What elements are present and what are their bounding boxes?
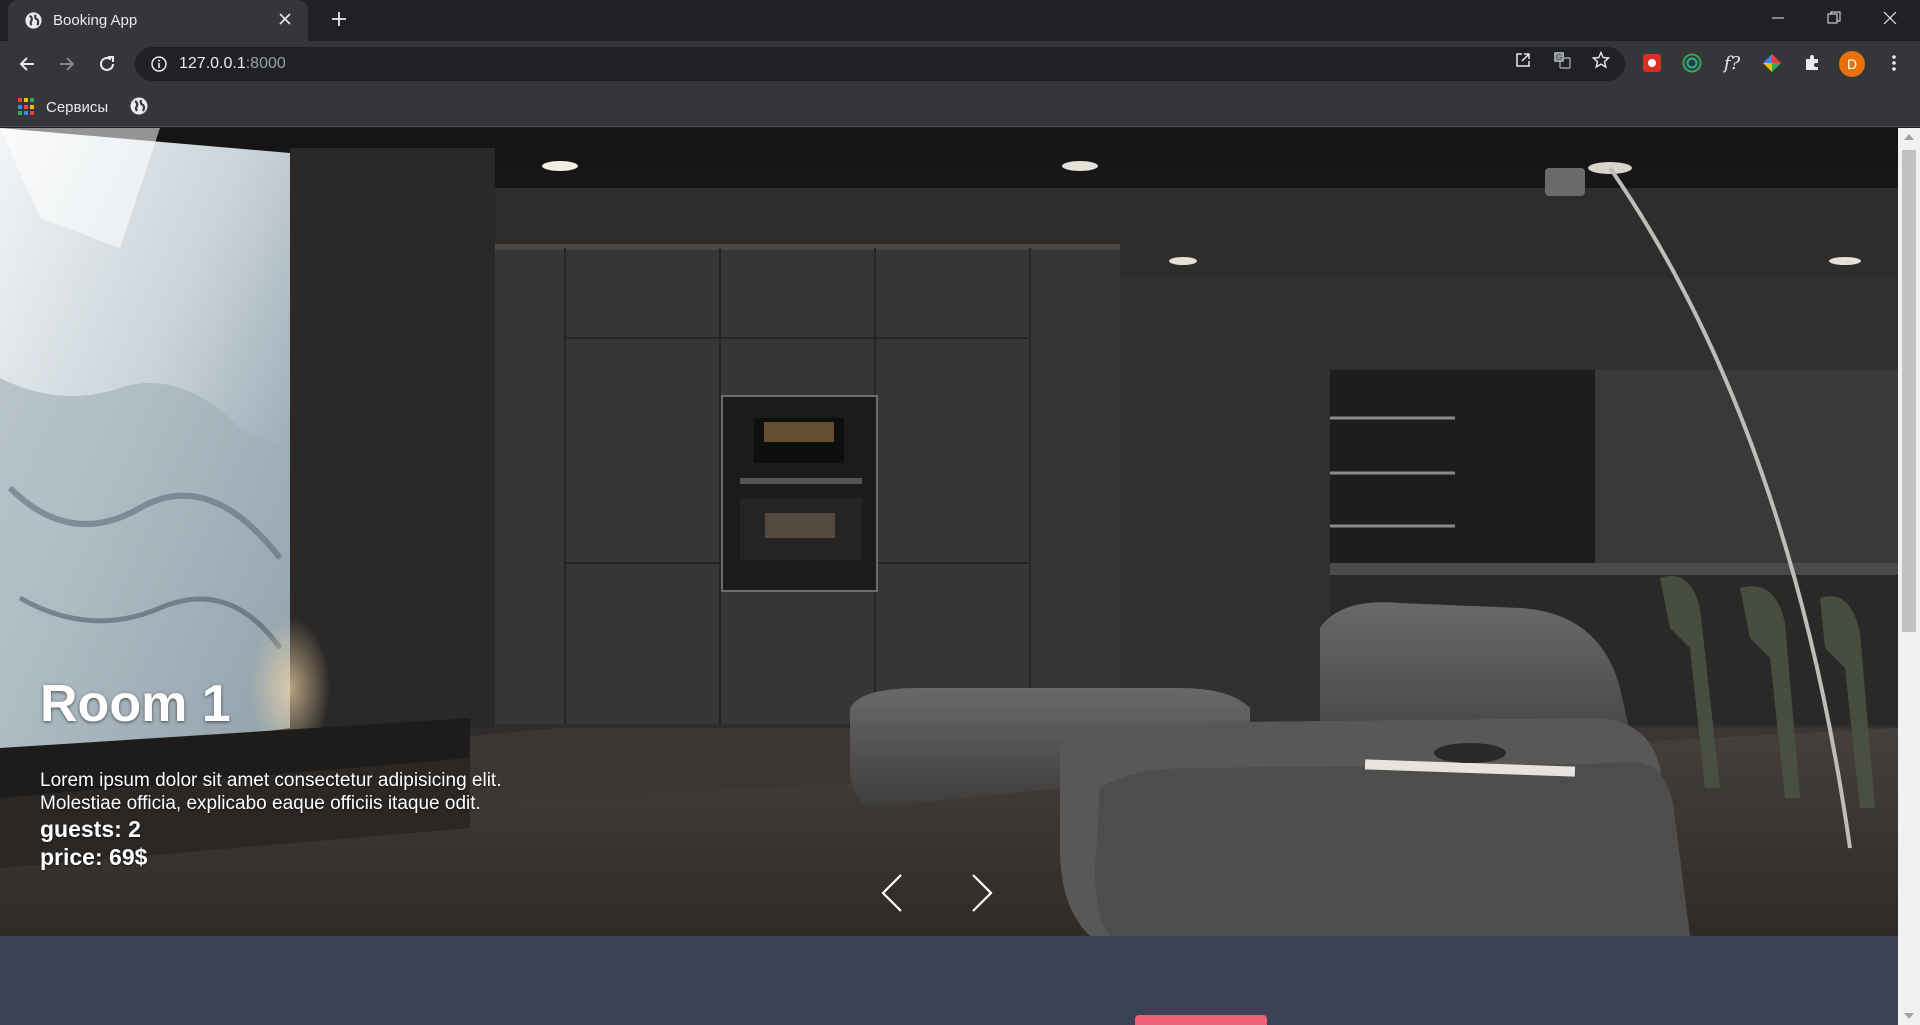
apps-grid-icon — [18, 98, 36, 116]
room-price: price: 69$ — [40, 844, 148, 870]
carousel-next-button[interactable] — [962, 867, 1002, 919]
tab-title: Booking App — [53, 12, 138, 29]
restore-icon[interactable] — [1806, 0, 1862, 36]
open-external-icon[interactable] — [1512, 49, 1534, 71]
room-guests: guests: 2 — [40, 816, 141, 842]
window-close-icon[interactable] — [1862, 0, 1918, 36]
url-port: :8000 — [245, 55, 286, 72]
room-description: Lorem ipsum dolor sit amet consectetur a… — [40, 770, 502, 814]
address-bar[interactable]: 127.0.0.1:8000 — [135, 47, 1625, 81]
bookmarks-bar: Сервисы — [0, 87, 1920, 127]
scrollbar-thumb[interactable] — [1902, 150, 1916, 632]
avatar[interactable]: D — [1839, 51, 1865, 77]
reload-icon[interactable] — [92, 49, 122, 79]
page-scrollbar[interactable] — [1898, 128, 1920, 1025]
star-icon[interactable] — [1590, 49, 1612, 71]
bookmark-apps-label: Сервисы — [46, 98, 109, 116]
back-icon[interactable] — [12, 49, 42, 79]
room-caption: Room 1 Lorem ipsum dolor sit amet consec… — [40, 675, 520, 871]
extension-target-icon[interactable] — [1680, 51, 1704, 75]
translate-icon[interactable]: G — [1551, 49, 1573, 71]
accent-button[interactable] — [1135, 1015, 1267, 1025]
extension-red-icon[interactable] — [1640, 51, 1664, 75]
scroll-down-icon[interactable] — [1904, 1013, 1914, 1019]
browser-tab-bar: Booking App — [0, 0, 1920, 41]
browser-toolbar: 127.0.0.1:8000 G f? D — [0, 41, 1920, 87]
scroll-up-icon[interactable] — [1904, 134, 1914, 140]
page-viewport: Room 1 Lorem ipsum dolor sit amet consec… — [0, 128, 1920, 1025]
globe-icon[interactable] — [129, 96, 149, 116]
extension-function-icon[interactable]: f? — [1720, 51, 1744, 75]
browser-tab[interactable]: Booking App — [8, 0, 308, 41]
info-icon[interactable] — [151, 56, 167, 72]
carousel-prev-button[interactable] — [872, 867, 912, 919]
room-title: Room 1 — [40, 675, 231, 733]
url-host: 127.0.0.1 — [179, 55, 246, 72]
globe-icon — [25, 12, 42, 29]
minimize-icon[interactable] — [1750, 0, 1806, 36]
chevron-right-icon — [972, 874, 993, 912]
hero-carousel: Room 1 Lorem ipsum dolor sit amet consec… — [0, 128, 1898, 936]
chevron-left-icon — [881, 874, 902, 912]
forward-icon[interactable] — [52, 49, 82, 79]
bookmark-apps[interactable]: Сервисы — [18, 96, 108, 118]
svg-text:G: G — [1556, 53, 1562, 62]
menu-icon[interactable] — [1882, 51, 1906, 75]
plus-icon[interactable] — [326, 8, 352, 34]
puzzle-icon[interactable] — [1800, 51, 1824, 75]
extension-color-icon[interactable] — [1760, 51, 1784, 75]
close-icon[interactable] — [274, 12, 296, 30]
